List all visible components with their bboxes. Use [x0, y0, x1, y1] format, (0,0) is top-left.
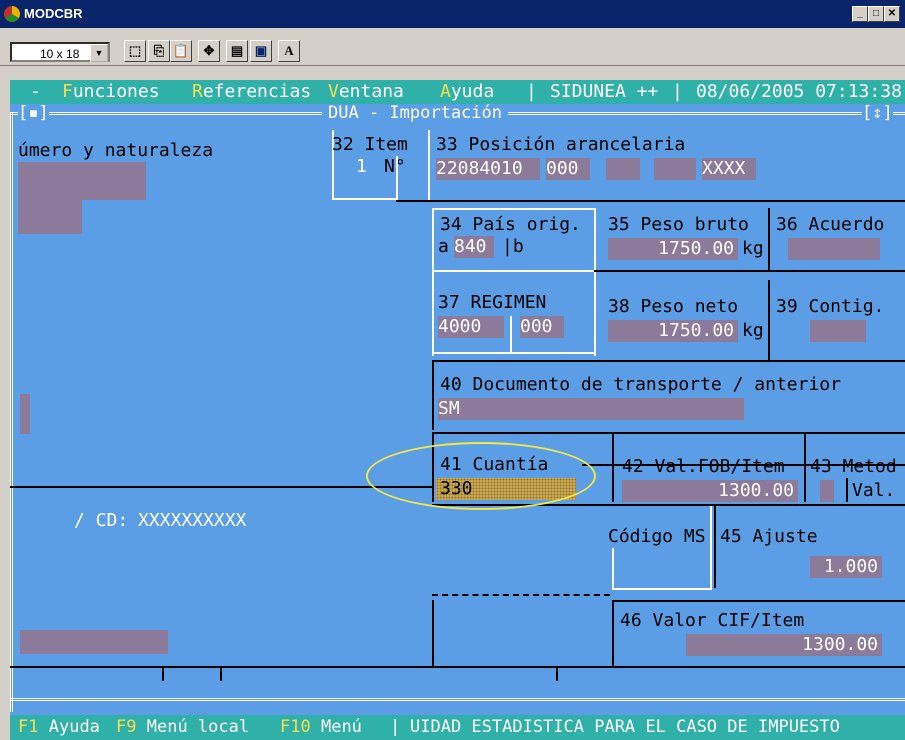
cd-value: XXXXXXXXXX: [138, 510, 247, 531]
f9-key[interactable]: F9 Menú local: [116, 715, 249, 740]
ajuste-label: 45 Ajuste: [720, 526, 818, 547]
left-scroll-field[interactable]: [20, 394, 30, 434]
val-label: Val.: [852, 480, 896, 501]
window-title: MODCBR: [24, 6, 83, 21]
bottom-left-field[interactable]: [20, 630, 168, 654]
pais-value[interactable]: 840: [454, 236, 494, 258]
minimize-button[interactable]: _: [852, 6, 868, 22]
frame-right-marker[interactable]: [↕]: [862, 104, 893, 122]
copy-icon[interactable]: ⎘: [148, 40, 170, 62]
numero-field-2[interactable]: [18, 200, 82, 234]
cd-label: / CD:: [74, 510, 129, 531]
select-icon[interactable]: ⬚: [124, 40, 146, 62]
terminal-screen: - Funciones Referencias Ventana Ayuda | …: [10, 80, 905, 740]
posicion-field-4[interactable]: [654, 158, 696, 180]
fullscreen-icon[interactable]: ✥: [198, 40, 220, 62]
menu-ventana[interactable]: Ventana: [328, 80, 404, 104]
status-message: UIDAD ESTADISTICA PARA EL CASO DE IMPUES…: [410, 717, 840, 737]
kg-label-1: kg: [742, 238, 764, 259]
posicion-code[interactable]: 22084010: [436, 158, 540, 180]
menu-dash: -: [30, 81, 41, 102]
pais-b-label: |b: [502, 236, 524, 257]
cif-value[interactable]: 1300.00: [686, 634, 882, 656]
date-time: 08/06/2005 07:13:38: [696, 81, 902, 102]
peso-bruto-value[interactable]: 1750.00: [608, 238, 738, 260]
status-bar: F1 Ayuda F9 Menú local F10 Menú | UIDAD …: [10, 715, 905, 740]
numero-label: úmero y naturaleza: [18, 140, 214, 161]
menu-ayuda[interactable]: Ayuda: [440, 80, 494, 104]
acuerdo-label: 36 Acuerdo: [776, 214, 885, 235]
cif-label: 46 Valor CIF/Item: [620, 610, 805, 631]
font-button[interactable]: A: [278, 40, 300, 62]
pais-a-label: a: [438, 236, 449, 257]
pais-label: 34 País orig.: [440, 214, 581, 235]
documento-label: 40 Documento de transporte / anterior: [440, 374, 841, 395]
codigo-ms-label: Código MS: [608, 526, 706, 547]
posicion-sub[interactable]: 000: [546, 158, 590, 180]
maximize-button[interactable]: □: [868, 6, 884, 22]
regimen-label: 37 REGIMEN: [438, 292, 547, 313]
highlight-ellipse: [366, 442, 596, 510]
item-label: 32 Item: [332, 134, 408, 155]
title-bar: MODCBR _ □ ✕: [0, 0, 905, 28]
chevron-down-icon[interactable]: ▼: [90, 44, 108, 62]
f10-key[interactable]: F10 Menú: [280, 715, 362, 740]
peso-bruto-label: 35 Peso bruto: [608, 214, 749, 235]
regimen-value[interactable]: 4000: [438, 316, 504, 338]
metod-label: 43 Metod: [810, 456, 897, 477]
valfob-value[interactable]: 1300.00: [622, 480, 798, 502]
kg-label-2: kg: [742, 320, 764, 341]
frame-title-bar: [▪] DUA - Importación [↕]: [10, 104, 905, 122]
font-size-value: 10 x 18: [40, 47, 80, 61]
app-icon: [4, 6, 20, 22]
f1-key[interactable]: F1 Ayuda: [18, 715, 100, 740]
regimen-sub[interactable]: 000: [520, 316, 564, 338]
acuerdo-field[interactable]: [788, 238, 880, 260]
posicion-field-3[interactable]: [606, 158, 640, 180]
peso-neto-value[interactable]: 1750.00: [608, 320, 738, 342]
posicion-xxxx[interactable]: XXXX: [702, 158, 756, 180]
item-value[interactable]: 1: [356, 156, 380, 178]
menu-bar: - Funciones Referencias Ventana Ayuda | …: [10, 80, 905, 104]
valfob-label: 42 Val.FOB/Item: [622, 456, 785, 477]
item-no-label: N°: [384, 156, 406, 177]
documento-value[interactable]: SM: [438, 398, 744, 420]
font-size-select[interactable]: 10 x 18 ▼: [10, 42, 110, 62]
paste-icon[interactable]: 📋: [170, 40, 192, 62]
menu-referencias[interactable]: Referencias: [192, 80, 311, 104]
metod-field[interactable]: [820, 480, 834, 502]
contig-field[interactable]: [810, 320, 866, 342]
ajuste-value[interactable]: 1.000: [810, 556, 882, 578]
close-button[interactable]: ✕: [884, 6, 900, 22]
window-icon[interactable]: ▣: [250, 40, 272, 62]
frame-title: DUA - Importación: [322, 104, 508, 122]
menu-funciones[interactable]: Funciones: [62, 80, 160, 104]
frame-left-marker[interactable]: [▪]: [18, 104, 49, 122]
properties-icon[interactable]: ▤: [226, 40, 248, 62]
peso-neto-label: 38 Peso neto: [608, 296, 739, 317]
posicion-label: 33 Posición arancelaria: [436, 134, 686, 155]
contig-label: 39 Contig.: [776, 296, 885, 317]
system-name: SIDUNEA ++: [550, 81, 659, 102]
numero-field[interactable]: [18, 162, 146, 200]
